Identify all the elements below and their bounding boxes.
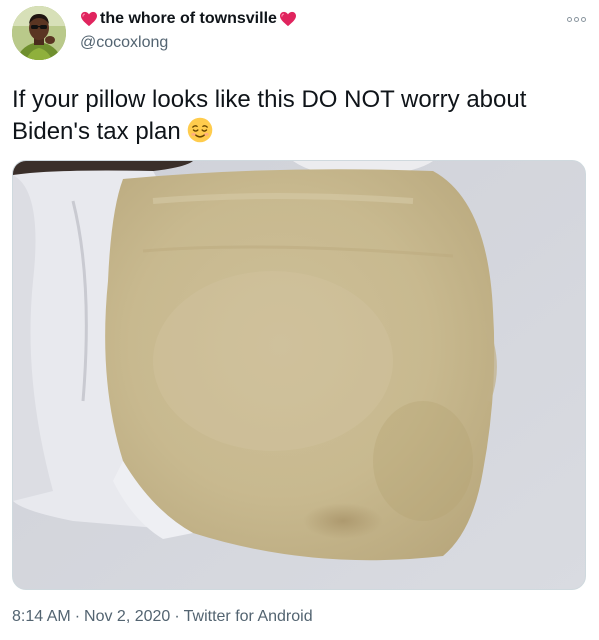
tweet-date[interactable]: Nov 2, 2020: [84, 608, 170, 625]
user-handle[interactable]: @cocoxlong: [80, 34, 168, 52]
dot: [567, 16, 572, 22]
tweet-card: the whore of townsville @cocoxlong If yo…: [0, 0, 599, 640]
stained-pillow-photo: [13, 161, 585, 589]
tweet-source[interactable]: Twitter for Android: [184, 608, 313, 625]
dot: [574, 16, 579, 22]
tweet-media[interactable]: [12, 160, 586, 590]
relieved-face-icon: [187, 117, 212, 143]
red-heart-icon: [279, 11, 296, 27]
display-name-row[interactable]: the whore of townsville: [80, 10, 297, 28]
tweet-text: If your pillow looks like this DO NOT wo…: [12, 84, 587, 148]
red-heart-icon: [81, 11, 97, 27]
tweet-body: If your pillow looks like this DO NOT wo…: [12, 86, 527, 145]
avatar[interactable]: [12, 6, 66, 60]
tweet-meta: 8:14 AM · Nov 2, 2020 · Twitter for Android: [12, 608, 313, 626]
separator: ·: [74, 608, 81, 625]
display-name[interactable]: the whore of townsville: [100, 10, 277, 28]
profile-photo-icon: [12, 6, 66, 60]
dot: [581, 16, 586, 22]
separator: ·: [174, 608, 180, 625]
more-options-icon[interactable]: [567, 14, 587, 24]
tweet-time[interactable]: 8:14 AM: [12, 608, 71, 625]
